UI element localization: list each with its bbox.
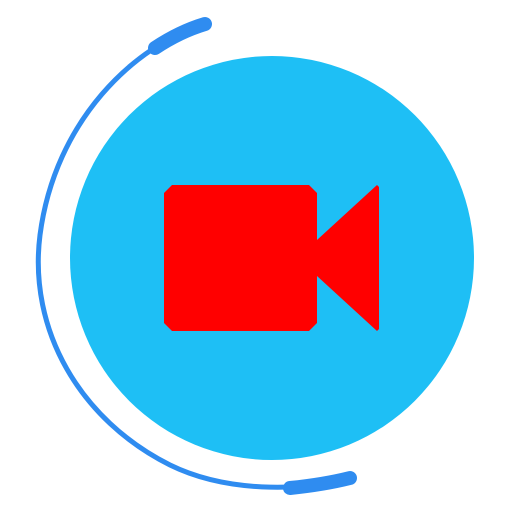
orbit-arc-bottom-end bbox=[283, 471, 357, 495]
camera-body bbox=[164, 185, 317, 331]
app-icon bbox=[0, 0, 512, 512]
app-icon-graphic bbox=[35, 17, 474, 495]
orbit-arc-top-end bbox=[148, 17, 212, 55]
